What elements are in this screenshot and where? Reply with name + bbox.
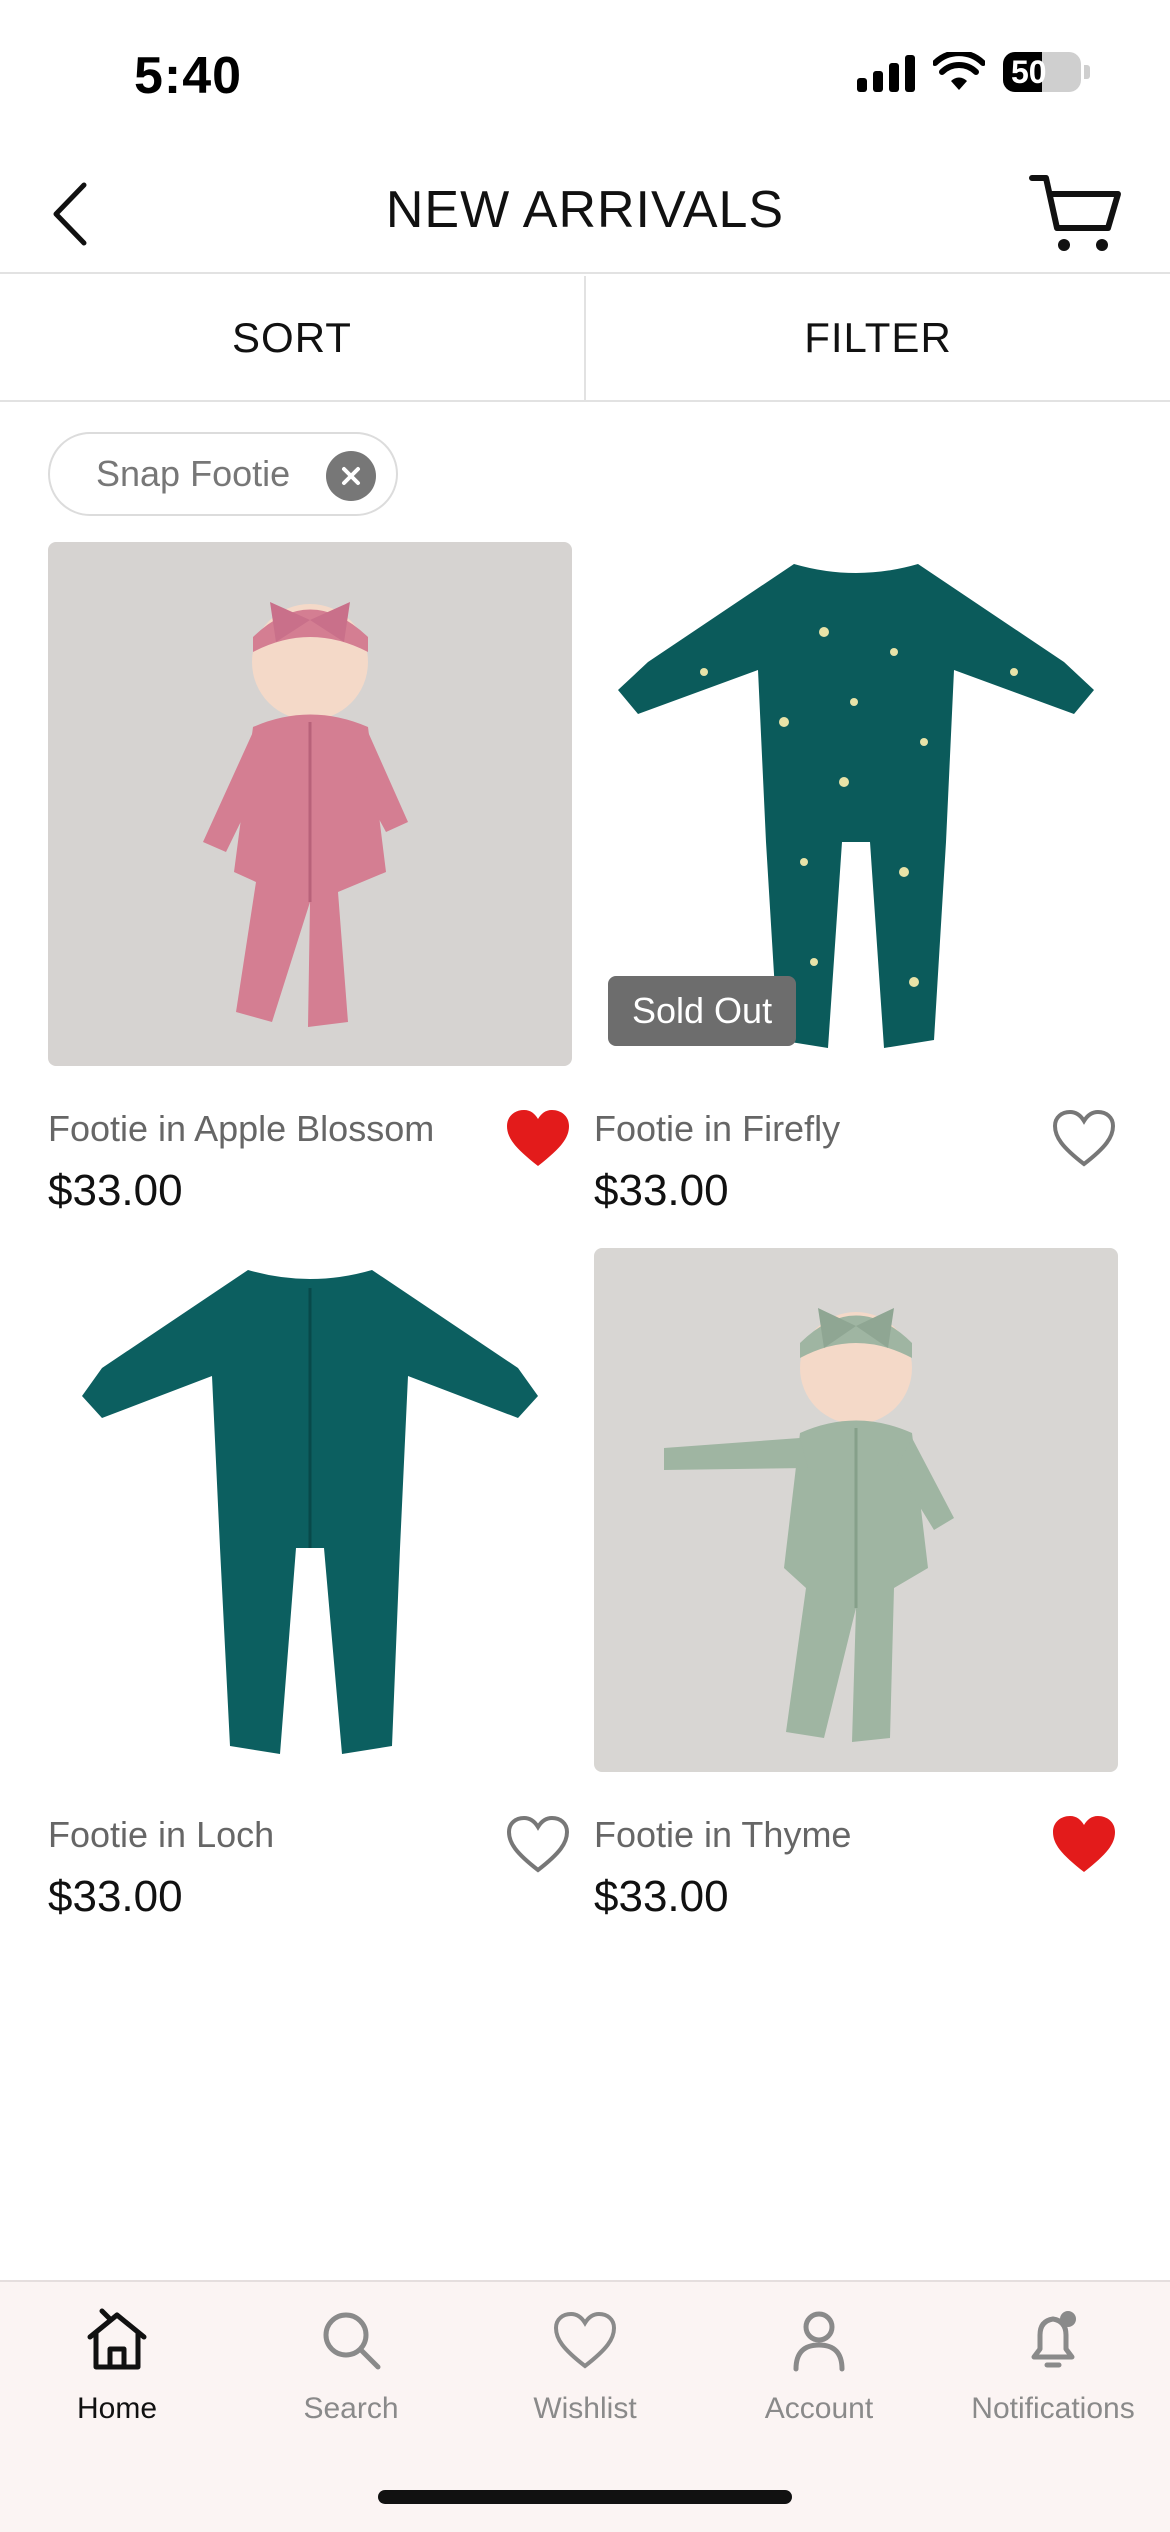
product-card[interactable]: Footie in Apple Blossom $33.00: [48, 542, 572, 1215]
nav-home[interactable]: Home: [0, 2282, 234, 2532]
page-title: NEW ARRIVALS: [385, 181, 785, 239]
product-price: $33.00: [594, 1166, 729, 1215]
product-image[interactable]: [48, 542, 572, 1066]
battery-level: 50: [1011, 53, 1047, 90]
person-icon: [793, 2311, 845, 2372]
wifi-icon: [933, 52, 985, 90]
product-image[interactable]: Sold Out: [594, 542, 1118, 1066]
cart-icon: [1029, 175, 1121, 251]
close-icon: [342, 467, 360, 485]
wishlist-button[interactable]: [502, 1102, 574, 1174]
product-price: $33.00: [48, 1872, 183, 1921]
product-name[interactable]: Footie in Apple Blossom: [48, 1108, 434, 1150]
nav-notifications-label: Notifications: [971, 2392, 1135, 2425]
sort-button[interactable]: SORT: [0, 276, 584, 400]
battery-icon: 50: [1003, 52, 1090, 92]
product-card[interactable]: Sold Out Footie in Firefly $33.00: [594, 542, 1118, 1215]
heart-outline-icon: [506, 1815, 570, 1873]
product-price: $33.00: [594, 1872, 729, 1921]
filter-chip-label: Snap Footie: [96, 453, 291, 494]
nav-account-label: Account: [764, 2392, 874, 2425]
wishlist-button[interactable]: [1048, 1102, 1120, 1174]
baby-photo: [203, 602, 408, 1027]
product-card[interactable]: Footie in Thyme $33.00: [594, 1248, 1118, 1921]
filter-chip[interactable]: Snap Footie: [48, 432, 398, 516]
home-indicator: [378, 2490, 792, 2504]
nav-home-label: Home: [76, 2392, 158, 2425]
filter-button[interactable]: FILTER: [586, 276, 1170, 400]
product-name[interactable]: Footie in Thyme: [594, 1814, 851, 1856]
nav-search-label: Search: [303, 2392, 399, 2425]
wishlist-button[interactable]: [502, 1808, 574, 1880]
signal-icon: [857, 52, 915, 92]
heart-filled-icon: [1053, 1816, 1115, 1872]
product-image[interactable]: [48, 1248, 572, 1772]
nav-wishlist-label: Wishlist: [533, 2392, 637, 2425]
sold-out-badge: Sold Out: [608, 976, 797, 1046]
product-name[interactable]: Footie in Loch: [48, 1814, 274, 1856]
heart-icon: [553, 2311, 617, 2369]
baby-photo: [664, 1308, 954, 1742]
nav-notifications[interactable]: Notifications: [936, 2282, 1170, 2532]
header: NEW ARRIVALS: [0, 150, 1170, 274]
heart-outline-icon: [1052, 1109, 1116, 1167]
footie-photo: [82, 1270, 538, 1754]
product-image[interactable]: [594, 1248, 1118, 1772]
status-bar: 5:40 50: [0, 0, 1170, 150]
product-price: $33.00: [48, 1166, 183, 1215]
remove-filter-button[interactable]: [326, 451, 376, 501]
home-icon: [87, 2308, 147, 2370]
bell-icon: [1031, 2311, 1076, 2368]
wishlist-button[interactable]: [1048, 1808, 1120, 1880]
status-icons: 50: [857, 52, 1090, 92]
product-name[interactable]: Footie in Firefly: [594, 1108, 840, 1150]
search-icon: [323, 2312, 381, 2370]
status-time: 5:40: [134, 47, 243, 105]
sort-filter-bar: SORT FILTER: [0, 276, 1170, 402]
product-card[interactable]: Footie in Loch $33.00: [48, 1248, 572, 1921]
heart-filled-icon: [507, 1110, 569, 1166]
cart-button[interactable]: [1026, 162, 1126, 262]
